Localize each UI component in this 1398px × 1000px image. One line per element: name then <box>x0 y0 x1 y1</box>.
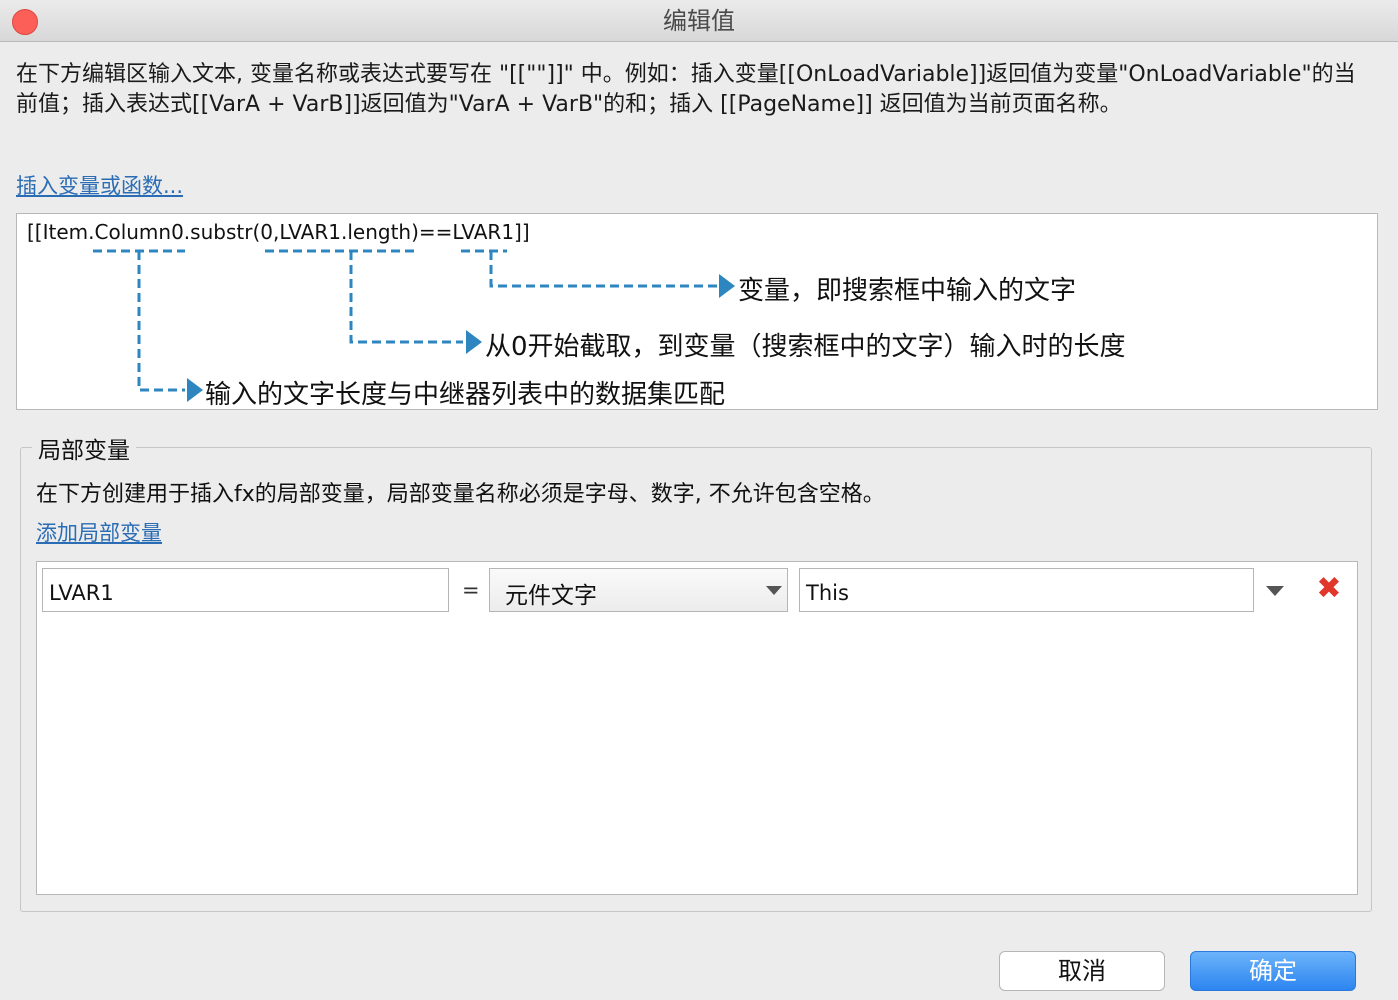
local-variables-description: 在下方创建用于插入fx的局部变量，局部变量名称必须是字母、数字, 不允许包含空格… <box>36 482 885 507</box>
equals-sign: = <box>462 578 480 602</box>
close-window-icon[interactable] <box>12 9 38 35</box>
expression-editor[interactable]: [[Item.Column0.substr(0,LVAR1.length)==L… <box>16 213 1378 410</box>
arrowhead-match <box>187 378 203 402</box>
instructions-text: 在下方编辑区输入文本, 变量名称或表达式要写在 "[[""]]" 中。例如：插入… <box>16 62 1356 117</box>
ok-button[interactable]: 确定 <box>1190 951 1356 991</box>
variable-type-select[interactable]: 元件文字 <box>489 568 788 612</box>
cancel-button[interactable]: 取消 <box>999 951 1165 991</box>
type-dropdown-arrow-icon[interactable] <box>766 586 782 595</box>
add-local-variable-link[interactable]: 添加局部变量 <box>36 517 162 547</box>
local-variables-title: 局部变量 <box>32 431 136 465</box>
variable-name-input[interactable]: LVAR1 <box>42 568 449 612</box>
annotation-dataset-match: 输入的文字长度与中继器列表中的数据集匹配 <box>205 380 726 410</box>
window-title: 编辑值 <box>663 7 735 35</box>
connector-match <box>137 251 185 392</box>
insert-variable-or-function-link[interactable]: 插入变量或函数... <box>16 170 183 200</box>
title-bar: 编辑值 <box>0 0 1398 42</box>
connector-variable <box>489 251 717 288</box>
variable-target-input[interactable]: This <box>799 568 1254 612</box>
arrowhead-substr <box>466 330 482 354</box>
arrowhead-variable <box>719 274 735 298</box>
target-dropdown-arrow-icon[interactable] <box>1266 586 1284 596</box>
annotation-substr-range: 从0开始截取，到变量（搜索框中的文字）输入时的长度 <box>485 332 1126 362</box>
connector-substr <box>349 251 463 344</box>
delete-variable-icon[interactable]: ✖ <box>1314 574 1344 604</box>
annotation-variable: 变量，即搜索框中输入的文字 <box>738 276 1077 306</box>
